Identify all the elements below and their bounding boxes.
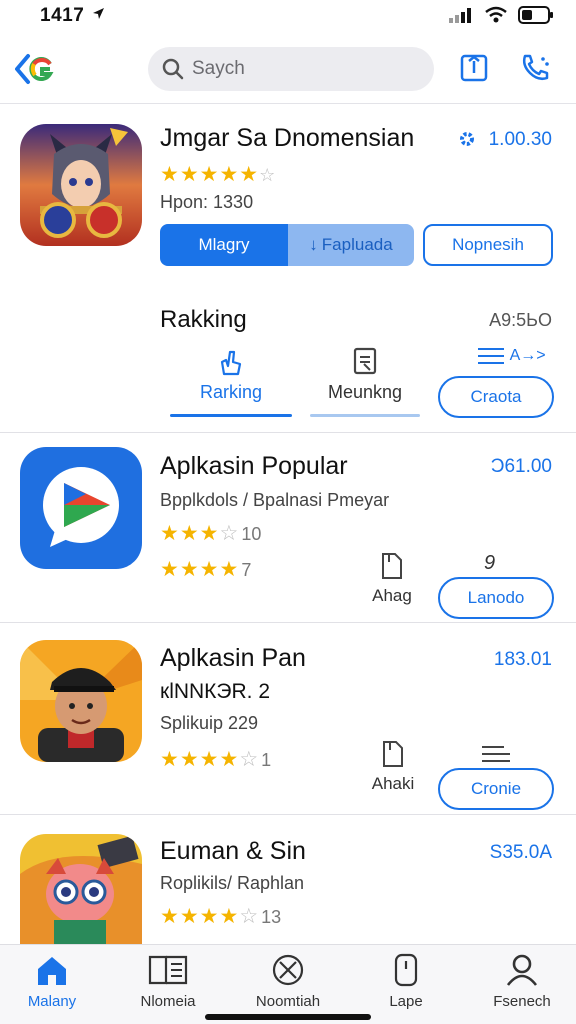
share-button[interactable] — [457, 51, 493, 87]
app-rating-pan: ★★★★☆ 1 — [160, 748, 272, 771]
home-indicator — [205, 1014, 371, 1020]
signal-icon — [449, 8, 471, 23]
app-subtitle-pan: кlNNКЭR. 2 — [160, 680, 271, 703]
tab-ranking-2-indicator — [310, 414, 420, 417]
featured-segmented-control: Mlagry ↓ Fapluada — [160, 224, 414, 266]
touch-icon — [220, 350, 242, 376]
top-navigation — [0, 36, 576, 104]
explore-icon — [272, 954, 304, 986]
app-menu-pan[interactable] — [480, 744, 512, 769]
tab-explore[interactable]: Noomtiah — [240, 953, 336, 1010]
tab-phone[interactable]: Lape — [358, 953, 454, 1010]
phone-device-icon — [394, 953, 418, 987]
ranking-title: Rakking — [160, 306, 247, 333]
document-icon — [353, 347, 377, 375]
wifi-icon — [485, 6, 507, 23]
featured-primary-button[interactable]: Mlagry — [160, 224, 288, 266]
bottom-tab-bar: Malany Nlomeia Noomtiah Lape Fsenech — [0, 944, 576, 1024]
featured-download-button[interactable]: ↓ Fapluada — [288, 224, 414, 266]
featured-app-icon[interactable] — [20, 124, 142, 246]
featured-app-title: Jmgar Sa Dnomensian — [160, 124, 415, 152]
home-icon — [38, 957, 66, 985]
app-subtitle-popular: Bpplkdols / Bpalnasi Pmeyar — [160, 490, 390, 510]
file-icon — [382, 553, 402, 579]
divider — [0, 432, 576, 433]
app-title-popular: Aplkasin Popular — [160, 452, 348, 480]
app-subtitle-euman: Roplikils/ Raphlan — [160, 873, 305, 893]
search-icon — [162, 58, 184, 80]
phone-icon — [522, 54, 549, 81]
list-icon — [478, 348, 504, 364]
app-rating-popular-2: ★★★★ 7 — [160, 558, 252, 581]
app-subtitle-pan-2: Splikuip 229 — [160, 713, 259, 733]
call-button[interactable] — [518, 51, 554, 87]
app-price-pan: 183.01 — [493, 649, 552, 670]
ranking-create-button[interactable]: Craota — [438, 376, 554, 418]
profile-icon — [506, 954, 538, 986]
download-icon: ↓ — [309, 235, 318, 254]
menu-icon — [482, 746, 510, 762]
featured-app-price: 1.00.30 — [459, 129, 552, 151]
share-icon — [460, 54, 488, 82]
app-title-euman: Euman & Sin — [160, 837, 306, 865]
status-bar: 1417 — [0, 0, 576, 34]
app-icon-pan[interactable] — [20, 640, 142, 762]
status-time: 1417 — [40, 5, 106, 27]
app-icon-euman[interactable] — [20, 834, 142, 944]
search-input[interactable] — [192, 58, 412, 80]
featured-app-rating: ★★★★★☆ — [160, 163, 277, 186]
featured-app-subtitle: Hpon: 1330 — [160, 192, 254, 212]
ranking-right-label: A9:5ЬO — [489, 310, 552, 330]
app-rating-popular: ★★★☆ 10 — [160, 522, 262, 545]
featured-outline-button[interactable]: Nopnesih — [423, 224, 553, 266]
back-logo-icon — [15, 54, 54, 84]
app-number-popular: 9 — [484, 552, 496, 574]
list-sort-control[interactable]: A→> — [476, 345, 556, 367]
divider — [0, 622, 576, 623]
app-icon-popular[interactable] — [20, 447, 142, 569]
app-title-pan: Aplkasin Pan — [160, 644, 306, 672]
tab-ranking-2[interactable]: Meunkng — [310, 346, 420, 403]
app-button-pan[interactable]: Cronie — [438, 768, 554, 810]
tab-home[interactable]: Malany — [4, 953, 100, 1010]
gear-icon — [460, 132, 475, 146]
status-icons — [448, 6, 554, 24]
news-icon — [148, 955, 188, 985]
app-action-pan[interactable]: Ahaki — [364, 740, 422, 794]
back-button[interactable] — [14, 52, 56, 86]
search-bar[interactable] — [148, 47, 434, 91]
app-price-popular: Ͻ61.00 — [490, 456, 552, 477]
location-icon — [93, 8, 105, 19]
app-button-popular[interactable]: Lanodo — [438, 577, 554, 619]
app-action-popular[interactable]: Ahag — [364, 552, 420, 606]
file-icon — [383, 741, 403, 767]
app-rating-euman: ★★★★☆ 13 — [160, 905, 282, 928]
divider — [0, 814, 576, 815]
battery-icon — [518, 6, 553, 24]
tab-ranking-indicator — [170, 414, 292, 417]
tab-profile[interactable]: Fsenech — [474, 953, 570, 1010]
app-price-euman: Ѕ35.0A — [489, 842, 552, 863]
tab-news[interactable]: Nlomeia — [120, 953, 216, 1010]
tab-ranking[interactable]: Rarking — [170, 346, 292, 403]
